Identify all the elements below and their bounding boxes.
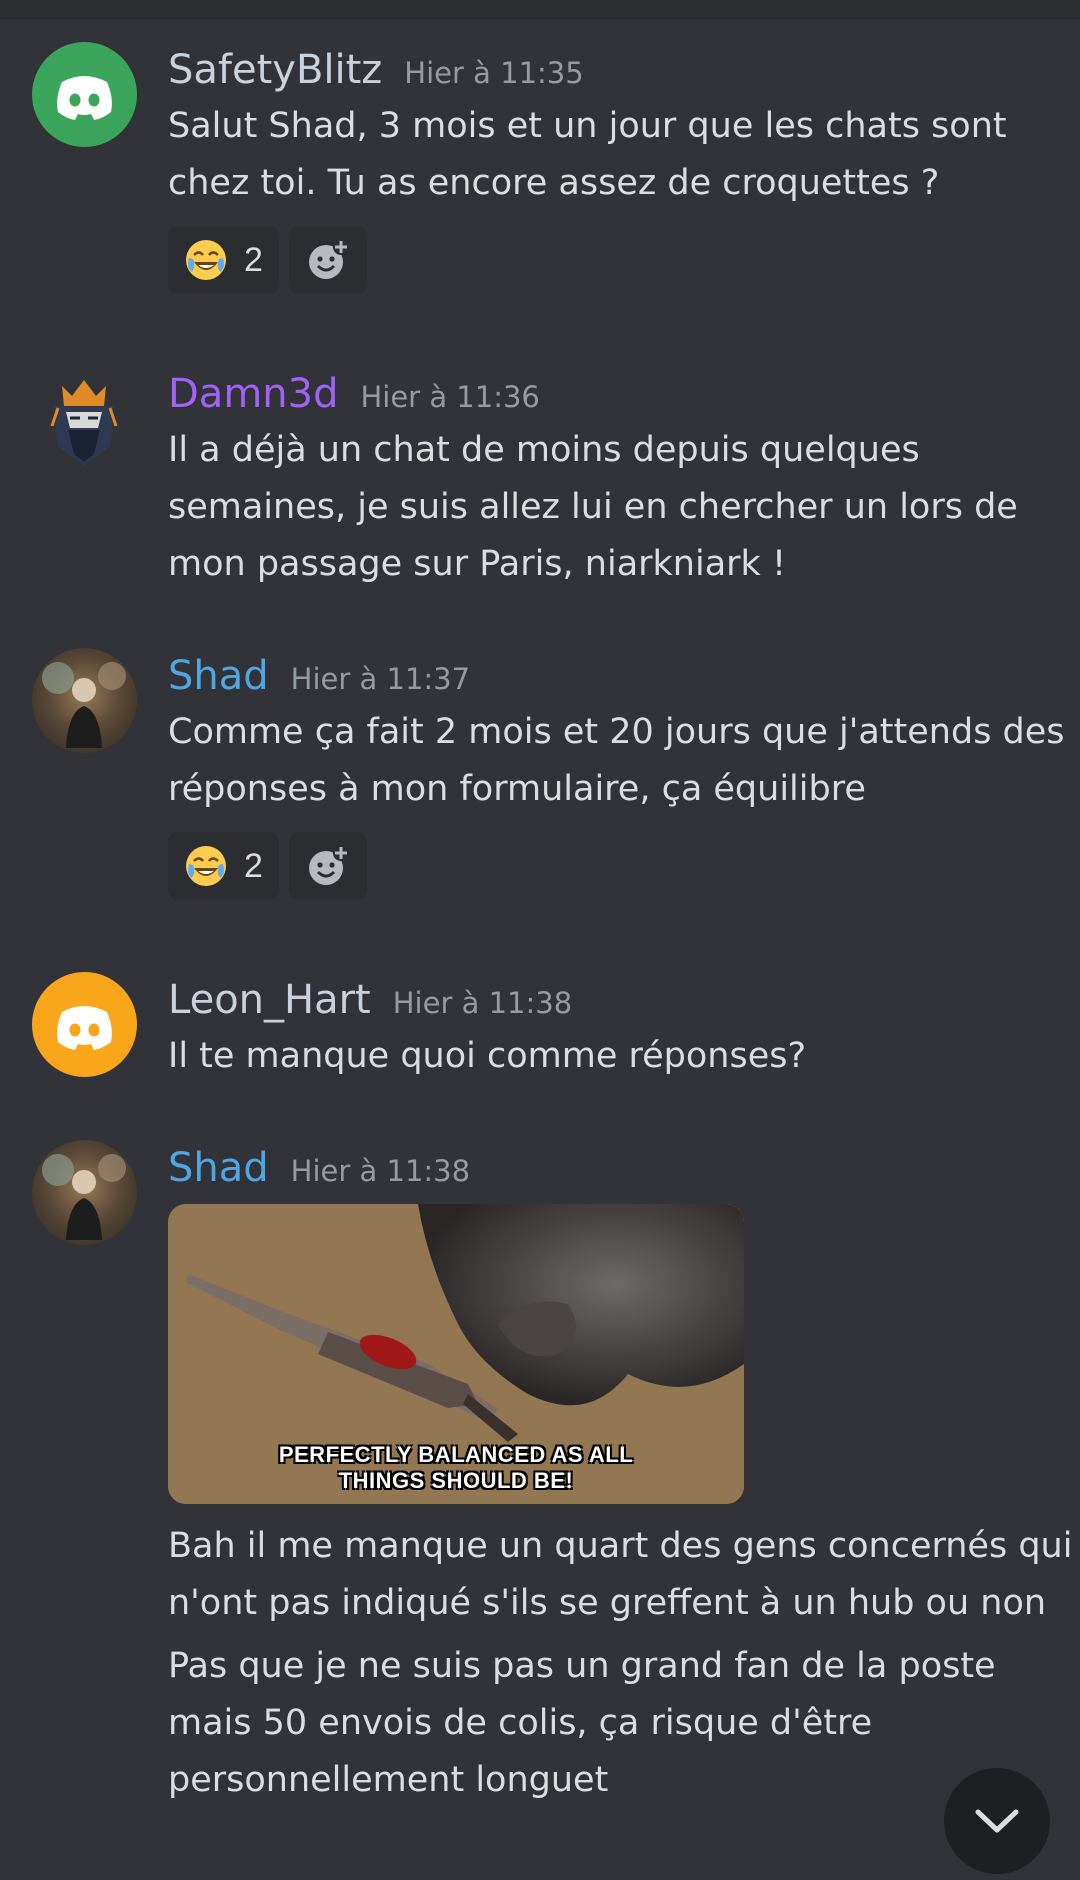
- message-line: Salut Shad, 3 mois et un jour que les ch…: [168, 106, 1007, 146]
- add-reaction-icon: [308, 239, 349, 279]
- message-line: Comme ça fait 2 mois et 20 jours que j'a…: [168, 712, 1065, 752]
- username[interactable]: SafetyBlitz: [168, 42, 382, 98]
- message-line: semaines, je suis allez lui en chercher …: [168, 487, 1018, 527]
- king-mascot-icon: [50, 380, 118, 466]
- message-text: Il te manque quoi comme réponses?: [168, 1028, 1060, 1085]
- reaction-joy[interactable]: 2: [168, 226, 279, 294]
- add-reaction-button[interactable]: [288, 226, 367, 294]
- message-line: chez toi. Tu as encore assez de croquett…: [168, 163, 940, 203]
- chevron-down-icon: [975, 1809, 1019, 1833]
- message-line: personnellement longuet: [168, 1760, 609, 1800]
- username[interactable]: Shad: [168, 648, 269, 704]
- avatar[interactable]: [32, 42, 137, 147]
- avatar[interactable]: [32, 648, 137, 753]
- message-text: Salut Shad, 3 mois et un jour que les ch…: [168, 98, 1060, 212]
- add-reaction-icon: [308, 845, 349, 885]
- gif-attachment[interactable]: PERFECTLY BALANCED AS ALL THINGS SHOULD …: [168, 1204, 744, 1504]
- timestamp: Hier à 11:38: [392, 986, 573, 1020]
- jump-to-latest-button[interactable]: [944, 1768, 1050, 1874]
- message-text: Pas que je ne suis pas un grand fan de l…: [168, 1638, 1060, 1809]
- timestamp: Hier à 11:37: [290, 662, 471, 696]
- username[interactable]: Damn3d: [168, 366, 338, 422]
- message-line: Il a déjà un chat de moins depuis quelqu…: [168, 430, 920, 470]
- gif-caption: PERFECTLY BALANCED AS ALL THINGS SHOULD …: [168, 1442, 744, 1494]
- username[interactable]: Shad: [168, 1140, 269, 1196]
- reactions-bar: 2: [168, 832, 1060, 900]
- gif-caption-line: THINGS SHOULD BE!: [338, 1468, 574, 1493]
- reaction-count: 2: [244, 240, 263, 279]
- reactions-bar: 2: [168, 226, 1060, 294]
- message-text: Il a déjà un chat de moins depuis quelqu…: [168, 422, 1060, 593]
- reaction-joy[interactable]: 2: [168, 832, 279, 900]
- joy-emoji-icon: [186, 846, 226, 886]
- user-portrait-icon: [42, 1154, 126, 1240]
- timestamp: Hier à 11:36: [360, 380, 540, 414]
- message-text: Bah il me manque un quart des gens conce…: [168, 1518, 1073, 1632]
- reaction-count: 2: [244, 846, 263, 885]
- timestamp: Hier à 11:38: [290, 1154, 471, 1188]
- discord-logo-icon: [57, 76, 112, 120]
- message-line: Bah il me manque un quart des gens conce…: [168, 1526, 1073, 1566]
- joy-emoji-icon: [186, 240, 226, 280]
- avatar[interactable]: [32, 972, 137, 1077]
- avatar[interactable]: [32, 1140, 137, 1245]
- message-line: n'ont pas indiqué s'ils se greffent à un…: [168, 1583, 1047, 1623]
- add-reaction-button[interactable]: [288, 832, 367, 900]
- discord-logo-icon: [57, 1006, 112, 1050]
- message-text: Comme ça fait 2 mois et 20 jours que j'a…: [168, 704, 1065, 818]
- message-line: Pas que je ne suis pas un grand fan de l…: [168, 1646, 996, 1686]
- gif-caption-line: PERFECTLY BALANCED AS ALL: [278, 1442, 634, 1467]
- user-portrait-icon: [42, 662, 126, 748]
- username[interactable]: Leon_Hart: [168, 972, 371, 1028]
- message-line: mon passage sur Paris, niarkniark !: [168, 544, 786, 584]
- message-line: réponses à mon formulaire, ça équilibre: [168, 769, 866, 809]
- message-feed: SafetyBlitz Hier à 11:35 Salut Shad, 3 m…: [0, 0, 1080, 1880]
- avatar[interactable]: [32, 366, 137, 471]
- timestamp: Hier à 11:35: [404, 56, 584, 90]
- message-line: mais 50 envois de colis, ça risque d'êtr…: [168, 1703, 873, 1743]
- message-line: Il te manque quoi comme réponses?: [168, 1036, 807, 1076]
